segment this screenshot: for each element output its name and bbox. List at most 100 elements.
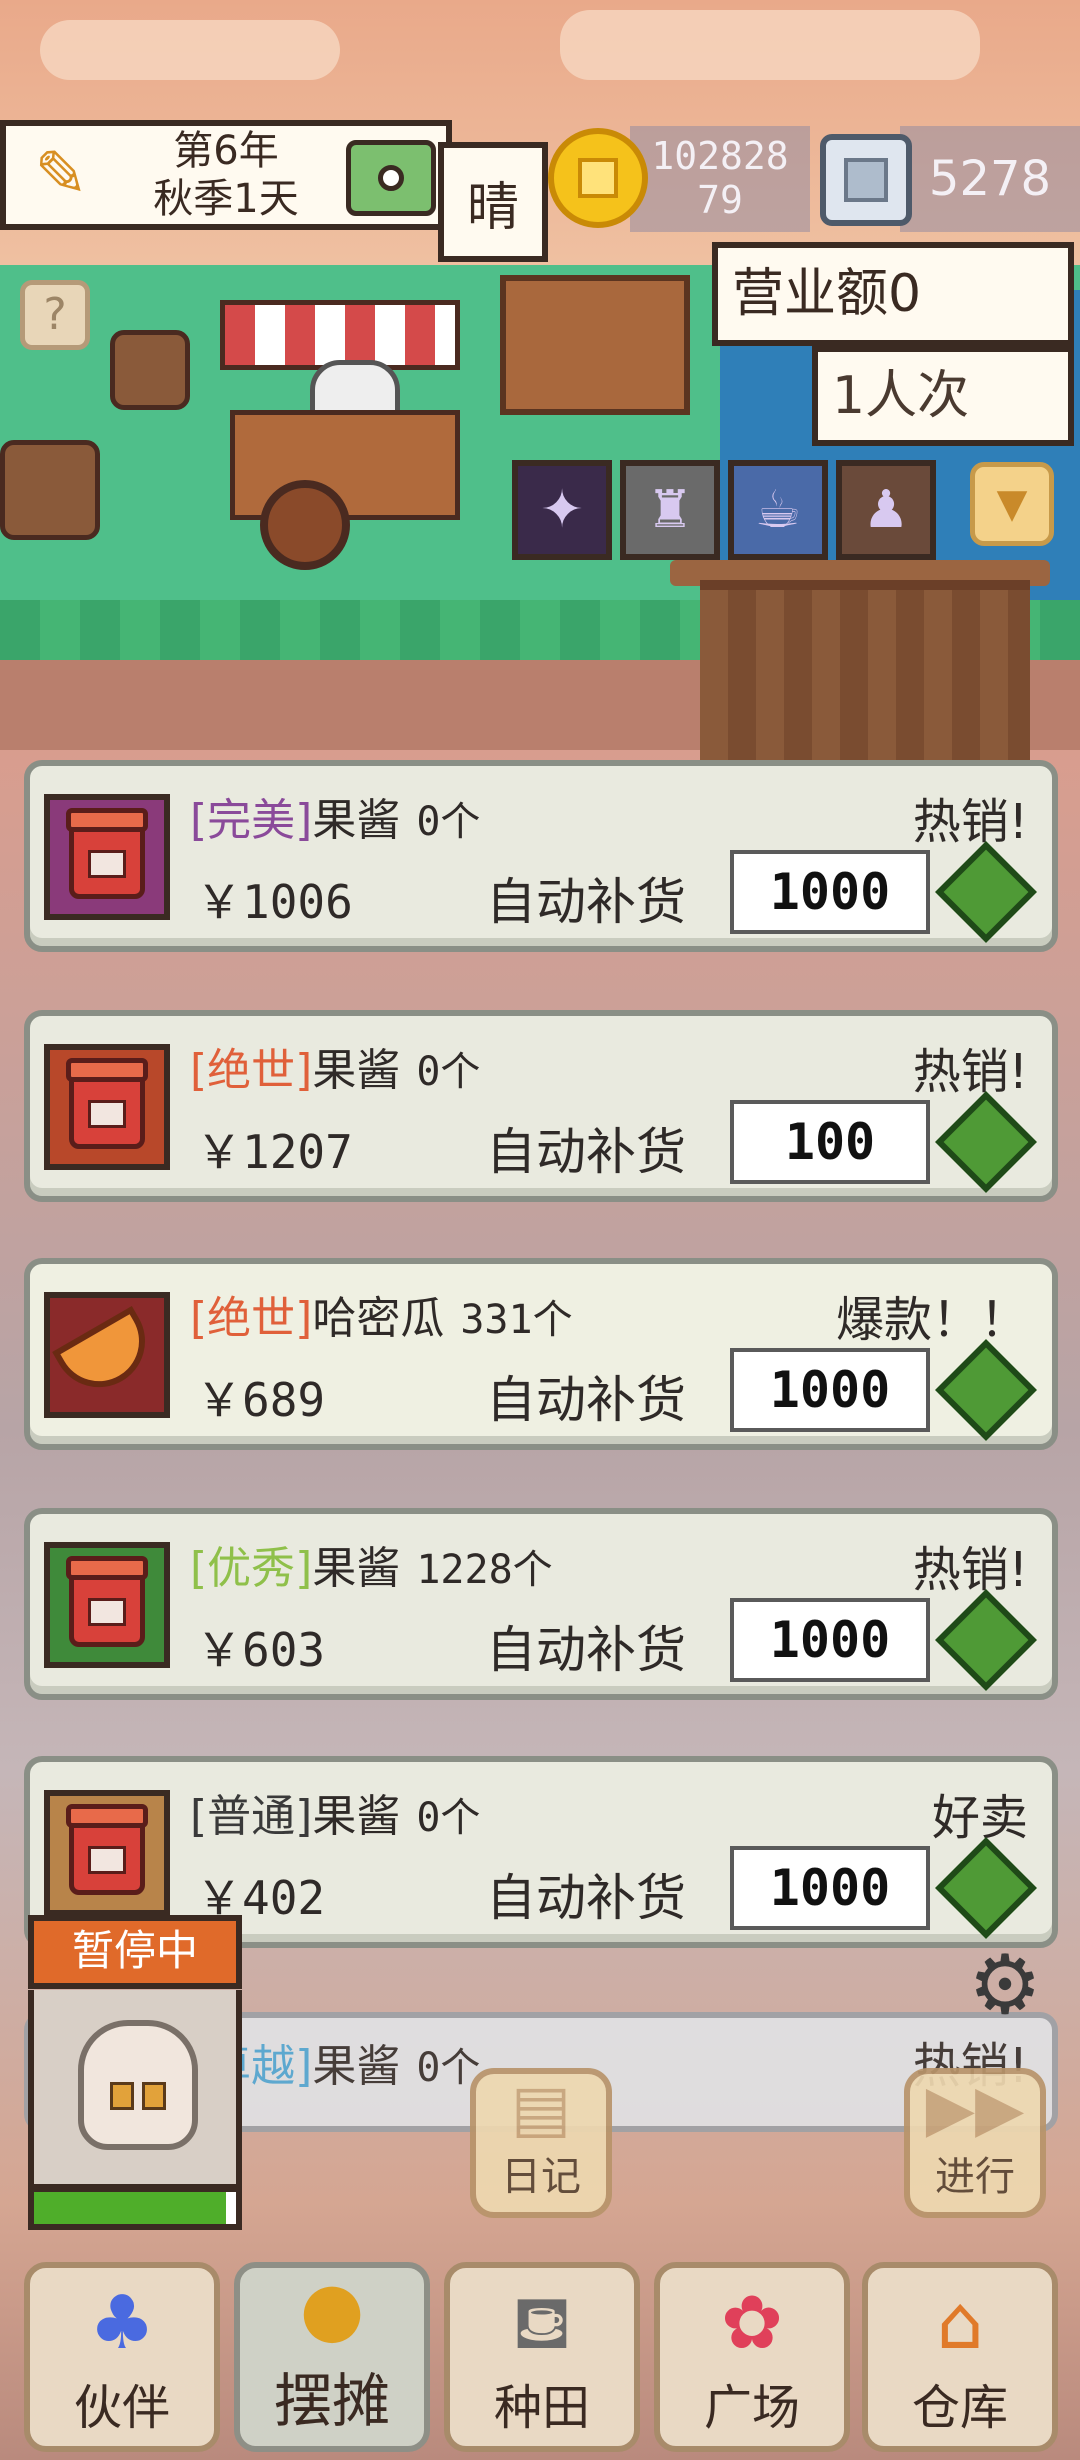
item-grade: [绝世] xyxy=(190,1045,313,1096)
diary-label: 日记 xyxy=(501,2154,581,2200)
gems-display: 5278 xyxy=(900,126,1080,232)
customer-slot-cup[interactable]: ☕ xyxy=(728,460,828,560)
item-count: 1228个 xyxy=(416,1547,553,1593)
flower-icon: ✿ xyxy=(720,2280,783,2366)
customer-slot-wizard[interactable]: ✦ xyxy=(512,460,612,560)
proceed-button[interactable]: ▶▶ 进行 xyxy=(904,2068,1046,2218)
confirm-diamond-button[interactable] xyxy=(935,841,1037,943)
crate-stack xyxy=(500,275,690,415)
weather-label: 晴 xyxy=(438,142,548,262)
teacup-icon: ☕ xyxy=(754,480,802,540)
auto-restock-label: 自动补货 xyxy=(486,1371,686,1429)
melon-icon xyxy=(52,1306,162,1404)
nav-label: 摆摊 xyxy=(273,2367,390,2435)
silver-gem-icon xyxy=(820,134,912,226)
item-grade: [优秀] xyxy=(190,1543,313,1594)
nav-label: 种田 xyxy=(493,2380,590,2436)
customer-slot-statue[interactable]: ♟ xyxy=(836,460,936,560)
calendar-button[interactable] xyxy=(346,140,436,216)
confirm-diamond-button[interactable] xyxy=(935,1091,1037,1193)
cart-wheel xyxy=(260,480,350,570)
stall-icon: ● xyxy=(299,2266,365,2352)
item-grade: [普通] xyxy=(190,1791,313,1842)
item-title: [普通]果酱 0个 xyxy=(190,1780,480,1844)
restock-quantity-input[interactable]: 1000 xyxy=(730,1348,930,1432)
item-price: ￥689 xyxy=(196,1373,326,1427)
item-title: [绝世]果酱 0个 xyxy=(190,1034,480,1098)
item-name: 果酱 xyxy=(312,795,401,846)
gold-coin-icon xyxy=(548,128,648,228)
item-card[interactable]: [优秀]果酱 1228个 热销! ￥603 自动补货 1000 xyxy=(24,1508,1058,1700)
item-title: [完美]果酱 0个 xyxy=(190,784,480,848)
fast-forward-icon: ▶▶ xyxy=(925,2072,1025,2146)
revenue-label: 营业额0 xyxy=(712,242,1074,346)
jam-jar-icon xyxy=(66,1556,148,1647)
item-status: 好卖 xyxy=(931,1790,1028,1846)
book-icon: ▤ xyxy=(510,2072,572,2146)
item-name: 哈密瓜 xyxy=(312,1293,445,1344)
item-thumbnail xyxy=(44,1292,170,1418)
restock-quantity-input[interactable]: 1000 xyxy=(730,1598,930,1682)
statue-icon: ♟ xyxy=(862,480,910,540)
item-thumbnail xyxy=(44,1044,170,1170)
visitor-count-label: 1人次 xyxy=(812,346,1074,446)
helmet-icon: ♜ xyxy=(646,480,694,540)
item-thumbnail xyxy=(44,1542,170,1668)
item-status: 爆款！！ xyxy=(835,1292,1028,1348)
money-display: 102828 79 xyxy=(630,126,810,232)
restock-quantity-input[interactable]: 100 xyxy=(730,1100,930,1184)
item-status: 热销! xyxy=(912,1542,1028,1598)
customer-slot-knight[interactable]: ♜ xyxy=(620,460,720,560)
confirm-diamond-button[interactable] xyxy=(935,1589,1037,1691)
item-name: 果酱 xyxy=(312,2041,401,2092)
nav-warehouse[interactable]: ⌂ 仓库 xyxy=(862,2262,1058,2452)
restock-quantity-input[interactable]: 1000 xyxy=(730,1846,930,1930)
nav-farm[interactable]: ⛾ 种田 xyxy=(444,2262,640,2452)
nav-plaza[interactable]: ✿ 广场 xyxy=(654,2262,850,2452)
diary-button[interactable]: ▤ 日记 xyxy=(470,2068,612,2218)
item-grade: [绝世] xyxy=(190,1293,313,1344)
nav-label: 伙伴 xyxy=(73,2380,170,2436)
gear-icon[interactable]: ⚙ xyxy=(960,1938,1050,2033)
item-title: [优秀]果酱 1228个 xyxy=(190,1532,553,1596)
question-icon: ? xyxy=(43,289,67,340)
item-name: 果酱 xyxy=(312,1045,401,1096)
help-button[interactable]: ? xyxy=(20,280,90,350)
wooden-bridge xyxy=(700,580,1030,760)
item-count: 0个 xyxy=(416,1049,481,1095)
season-day-label: 秋季1天 xyxy=(153,176,299,222)
nav-companion[interactable]: ♣ 伙伴 xyxy=(24,2262,220,2452)
paused-badge[interactable]: 暂停中 xyxy=(28,1915,242,1989)
restock-quantity-input[interactable]: 1000 xyxy=(730,850,930,934)
item-grade: [完美] xyxy=(190,795,313,846)
auto-restock-label: 自动补货 xyxy=(486,1621,686,1679)
feather-icon: ✎ xyxy=(34,138,88,212)
nav-label: 广场 xyxy=(703,2380,800,2436)
character-portrait[interactable] xyxy=(28,1990,242,2190)
item-count: 331个 xyxy=(460,1297,573,1343)
nav-stall[interactable]: ● 摆摊 xyxy=(234,2262,430,2452)
item-name: 果酱 xyxy=(312,1543,401,1594)
money-line2: 79 xyxy=(697,178,743,222)
item-card[interactable]: [绝世]哈密瓜 331个 爆款！！ ￥689 自动补货 1000 xyxy=(24,1258,1058,1450)
confirm-diamond-button[interactable] xyxy=(935,1837,1037,1939)
market-stall[interactable] xyxy=(180,270,500,570)
item-card[interactable]: [绝世]果酱 0个 热销! ￥1207 自动补货 100 xyxy=(24,1010,1058,1202)
item-status: 热销! xyxy=(912,1044,1028,1100)
auto-restock-label: 自动补货 xyxy=(486,873,686,931)
barrel xyxy=(110,330,190,410)
item-price: ￥603 xyxy=(196,1623,326,1677)
item-price: ￥1006 xyxy=(196,875,353,929)
collapse-toggle-button[interactable]: ▼ xyxy=(970,462,1054,546)
wand-icon: ✦ xyxy=(540,480,584,540)
confirm-diamond-button[interactable] xyxy=(935,1339,1037,1441)
jam-jar-icon xyxy=(66,808,148,899)
item-thumbnail xyxy=(44,1790,170,1916)
calendar-icon xyxy=(378,165,404,191)
watering-can-icon: ⛾ xyxy=(511,2280,573,2366)
proceed-label: 进行 xyxy=(935,2154,1015,2200)
auto-restock-label: 自动补货 xyxy=(486,1869,686,1927)
chevron-down-icon: ▼ xyxy=(996,481,1028,527)
jam-jar-icon xyxy=(66,1804,148,1895)
item-card[interactable]: [完美]果酱 0个 热销! ￥1006 自动补货 1000 xyxy=(24,760,1058,952)
